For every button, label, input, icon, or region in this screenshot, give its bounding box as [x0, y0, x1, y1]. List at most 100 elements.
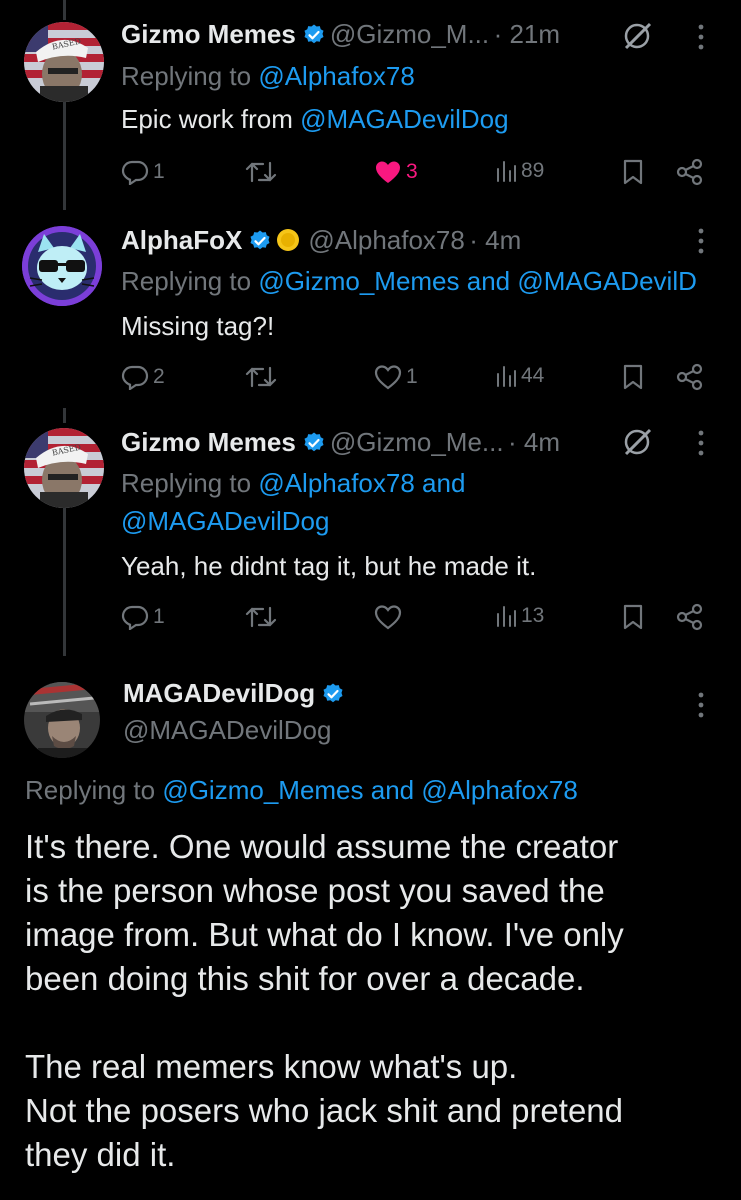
- reply-count: 1: [153, 160, 165, 183]
- views-icon: [495, 159, 517, 183]
- views-button[interactable]: 13: [495, 604, 544, 628]
- heart-icon: [374, 604, 402, 630]
- tweet-text: Missing tag?!: [121, 311, 275, 341]
- reply-icon: [121, 159, 149, 185]
- bookmark-button[interactable]: [622, 159, 644, 185]
- avatar[interactable]: [24, 682, 100, 758]
- views-icon: [495, 604, 517, 628]
- handle[interactable]: @Alphafox78: [308, 225, 465, 255]
- display-name[interactable]: MAGADevilDog: [123, 678, 315, 708]
- tweet-text: Yeah, he didnt tag it, but he made it.: [121, 551, 537, 581]
- share-icon: [676, 363, 704, 391]
- share-icon: [676, 158, 704, 186]
- reply-icon: [121, 364, 149, 390]
- more-icon[interactable]: [697, 430, 705, 461]
- retweet-button[interactable]: [245, 159, 277, 185]
- display-name[interactable]: Gizmo Memes: [121, 427, 296, 457]
- mention-link[interactable]: @MAGADevilDog: [300, 104, 508, 134]
- retweet-icon: [245, 604, 277, 630]
- views-count: 44: [521, 364, 545, 387]
- share-icon: [676, 603, 704, 631]
- timestamp[interactable]: · 4m: [469, 225, 521, 255]
- mention-link[interactable]: @Gizmo_Memes and @Alphafox78: [162, 775, 578, 805]
- like-count: 1: [406, 365, 418, 388]
- tweet-header: Gizmo Memes @Gizmo_Me... · 4m: [121, 427, 560, 460]
- retweet-icon: [245, 364, 277, 390]
- share-button[interactable]: [676, 363, 704, 391]
- tweet-text-prefix: Epic work from: [121, 104, 301, 134]
- thread-line: [63, 408, 66, 423]
- bookmark-button[interactable]: [622, 604, 644, 630]
- reply-count: 1: [153, 605, 165, 628]
- replying-to-cont: @MAGADevilDog: [121, 506, 329, 537]
- grok-icon[interactable]: [622, 20, 654, 57]
- views-button[interactable]: 44: [495, 364, 544, 388]
- verified-icon: [321, 682, 345, 711]
- coin-icon: [276, 228, 300, 257]
- avatar[interactable]: BASED: [24, 22, 104, 102]
- like-button[interactable]: 3: [374, 159, 418, 185]
- body-line: The real memers know what's up.: [25, 1048, 518, 1085]
- reply-count: 2: [153, 365, 165, 388]
- body-line: been doing this shit for over a decade.: [25, 960, 585, 997]
- tweet-body: It's there. One would assume the creator…: [25, 825, 725, 1177]
- replying-to: Replying to @Alphafox78 and: [121, 468, 465, 499]
- like-count: 3: [406, 160, 418, 183]
- handle[interactable]: @Gizmo_Me...: [330, 427, 504, 457]
- reply-button[interactable]: 1: [121, 159, 165, 185]
- timestamp[interactable]: · 4m: [508, 427, 560, 457]
- heart-icon: [374, 159, 402, 185]
- bookmark-icon: [622, 159, 644, 185]
- thread-line: [63, 0, 66, 20]
- mention-link[interactable]: @Alphafox78: [258, 61, 415, 91]
- tweet-header: MAGADevilDog: [123, 678, 349, 711]
- share-button[interactable]: [676, 158, 704, 186]
- body-line: image from. But what do I know. I've onl…: [25, 916, 624, 953]
- body-line: It's there. One would assume the creator: [25, 828, 619, 865]
- bookmark-icon: [622, 364, 644, 390]
- replying-prefix: Replying to: [121, 266, 259, 296]
- heart-icon: [374, 364, 402, 390]
- mention-link[interactable]: @Alphafox78 and: [258, 468, 465, 498]
- tweet-text: Epic work from @MAGADevilDog: [121, 104, 509, 135]
- tweet-header: Gizmo Memes @Gizmo_M... · 21m: [121, 19, 560, 52]
- display-name[interactable]: AlphaFoX: [121, 225, 242, 255]
- reply-button[interactable]: 1: [121, 604, 165, 630]
- verified-icon: [302, 23, 326, 52]
- more-icon[interactable]: [697, 228, 705, 259]
- more-icon[interactable]: [697, 692, 705, 723]
- retweet-icon: [245, 159, 277, 185]
- retweet-button[interactable]: [245, 604, 277, 630]
- views-count: 89: [521, 159, 545, 182]
- share-button[interactable]: [676, 603, 704, 631]
- bookmark-button[interactable]: [622, 364, 644, 390]
- display-name[interactable]: Gizmo Memes: [121, 19, 296, 49]
- handle[interactable]: @Gizmo_M...: [330, 19, 489, 49]
- bookmark-icon: [622, 604, 644, 630]
- verified-icon: [302, 431, 326, 460]
- like-button[interactable]: 1: [374, 364, 418, 390]
- grok-icon[interactable]: [622, 426, 654, 463]
- replying-to: Replying to @Gizmo_Memes and @MAGADevilD: [121, 266, 697, 297]
- body-line: they did it.: [25, 1136, 176, 1173]
- body-line: Not the posers who jack shit and pretend: [25, 1092, 624, 1129]
- replying-prefix: Replying to: [25, 775, 163, 805]
- like-button[interactable]: [374, 604, 402, 630]
- replying-to: Replying to @Alphafox78: [121, 61, 415, 92]
- avatar[interactable]: BASED: [24, 428, 104, 508]
- more-icon[interactable]: [697, 24, 705, 55]
- views-button[interactable]: 89: [495, 159, 544, 183]
- mention-link[interactable]: @Gizmo_Memes and @MAGADevilD: [258, 266, 697, 296]
- tweet-header: AlphaFoX @Alphafox78 · 4m: [121, 225, 521, 258]
- mention-link[interactable]: @MAGADevilDog: [121, 506, 329, 536]
- verified-icon: [248, 229, 272, 258]
- avatar[interactable]: [22, 226, 102, 306]
- views-count: 13: [521, 604, 545, 627]
- timestamp[interactable]: · 21m: [494, 19, 560, 49]
- retweet-button[interactable]: [245, 364, 277, 390]
- replying-prefix: Replying to: [121, 468, 259, 498]
- thread-line: [63, 100, 66, 210]
- handle[interactable]: @MAGADevilDog: [123, 715, 331, 746]
- reply-icon: [121, 604, 149, 630]
- reply-button[interactable]: 2: [121, 364, 165, 390]
